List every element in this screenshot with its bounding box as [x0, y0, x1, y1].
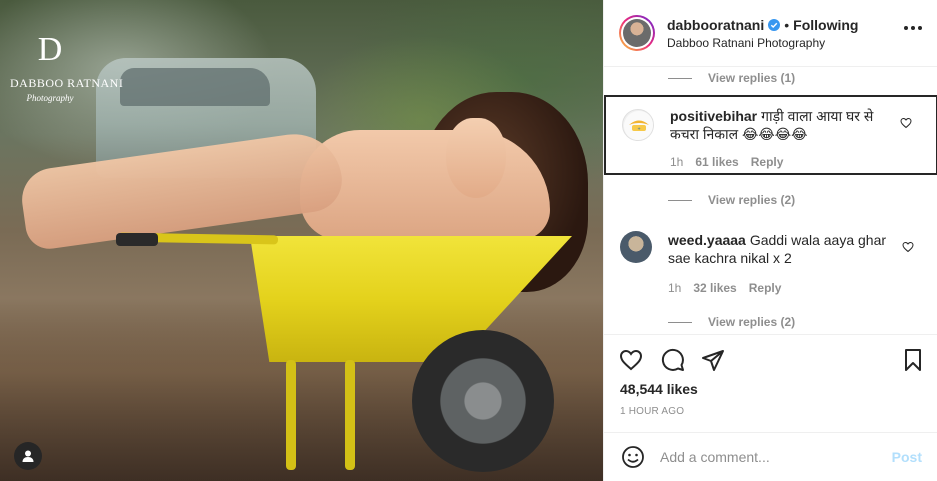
wheelbarrow-leg: [286, 360, 296, 470]
comment-body: weed.yaaaa Gaddi wala aaya ghar sae kachr…: [668, 231, 898, 267]
comment-item: + positivebihar गाड़ी वाला आया घर से कचरा…: [604, 95, 937, 175]
commenter-avatar[interactable]: [620, 231, 652, 263]
following-button[interactable]: Following: [793, 17, 858, 33]
view-replies-label: View replies (1): [708, 71, 796, 85]
tagged-users-button[interactable]: [14, 442, 42, 470]
more-options-icon[interactable]: [904, 26, 922, 30]
like-comment-heart-icon[interactable]: [900, 117, 912, 129]
post-actions: 48,544 likes 1 HOUR AGO: [604, 334, 937, 417]
view-replies-label: View replies (2): [708, 315, 796, 329]
heart-icon: [619, 349, 643, 371]
comment-likes[interactable]: 32 likes: [693, 281, 736, 295]
likes-count[interactable]: 48,544 likes: [620, 381, 698, 397]
share-button[interactable]: [700, 347, 726, 373]
comment-button[interactable]: [660, 347, 686, 373]
watermark-logo: D: [37, 31, 63, 68]
comment-item: weed.yaaaa Gaddi wala aaya ghar sae kachr…: [604, 219, 937, 303]
comment-meta: 1h 61 likes Reply: [670, 155, 783, 169]
view-replies-button[interactable]: View replies (1): [668, 71, 795, 85]
post-photo[interactable]: D DABBOO RATNANI Photography: [0, 0, 603, 481]
comment-bubble-icon: [661, 348, 684, 371]
svg-text:+: +: [637, 126, 640, 131]
comment-username[interactable]: weed.yaaaa: [668, 232, 746, 248]
reply-button[interactable]: Reply: [749, 281, 782, 295]
view-replies-button[interactable]: View replies (2): [668, 193, 795, 207]
paper-plane-icon: [702, 350, 724, 371]
commenter-avatar[interactable]: +: [622, 109, 654, 141]
comment-time[interactable]: 1h: [668, 281, 681, 295]
user-icon: [22, 450, 34, 462]
wheelbarrow-leg: [345, 360, 355, 470]
save-button[interactable]: [900, 347, 926, 373]
post-timestamp[interactable]: 1 HOUR AGO: [620, 406, 684, 417]
comments-list[interactable]: View replies (1) + positivebihar गाड़ी वा…: [604, 66, 937, 334]
smiley-icon: [622, 446, 644, 468]
comment-meta: 1h 32 likes Reply: [668, 281, 781, 295]
bookmark-icon: [905, 349, 921, 371]
watermark-name: DABBOO RATNANI: [10, 76, 124, 90]
wheelbarrow-grip: [116, 233, 158, 246]
post-header: dabbooratnani • Following Dabboo Ratnani…: [604, 0, 937, 66]
view-replies-label: View replies (2): [708, 193, 796, 207]
model-face: [446, 118, 506, 198]
post-side-panel: dabbooratnani • Following Dabboo Ratnani…: [603, 0, 937, 481]
background-car-window: [120, 68, 270, 106]
wheelbarrow-wheel: [412, 330, 554, 472]
author-subtitle: Dabboo Ratnani Photography: [667, 35, 826, 50]
post-comment-button[interactable]: Post: [892, 449, 922, 465]
like-button[interactable]: [618, 347, 644, 373]
like-comment-heart-icon[interactable]: [902, 241, 914, 253]
photographer-watermark: D DABBOO RATNANI Photography: [10, 28, 124, 103]
comment-input[interactable]: [660, 449, 880, 465]
verified-badge-icon: [768, 18, 781, 31]
comment-body: positivebihar गाड़ी वाला आया घर से कचरा न…: [670, 107, 900, 143]
author-username[interactable]: dabbooratnani: [667, 17, 764, 33]
separator-dot: •: [784, 16, 790, 33]
comment-likes[interactable]: 61 likes: [695, 155, 738, 169]
comment-username[interactable]: positivebihar: [670, 108, 757, 124]
reply-button[interactable]: Reply: [751, 155, 784, 169]
comment-time[interactable]: 1h: [670, 155, 683, 169]
add-comment-bar: Post: [604, 432, 937, 481]
view-replies-button[interactable]: View replies (2): [668, 315, 795, 329]
watermark-subtitle: Photography: [26, 93, 74, 103]
avatar[interactable]: [619, 15, 655, 51]
emoji-button[interactable]: [620, 444, 646, 470]
